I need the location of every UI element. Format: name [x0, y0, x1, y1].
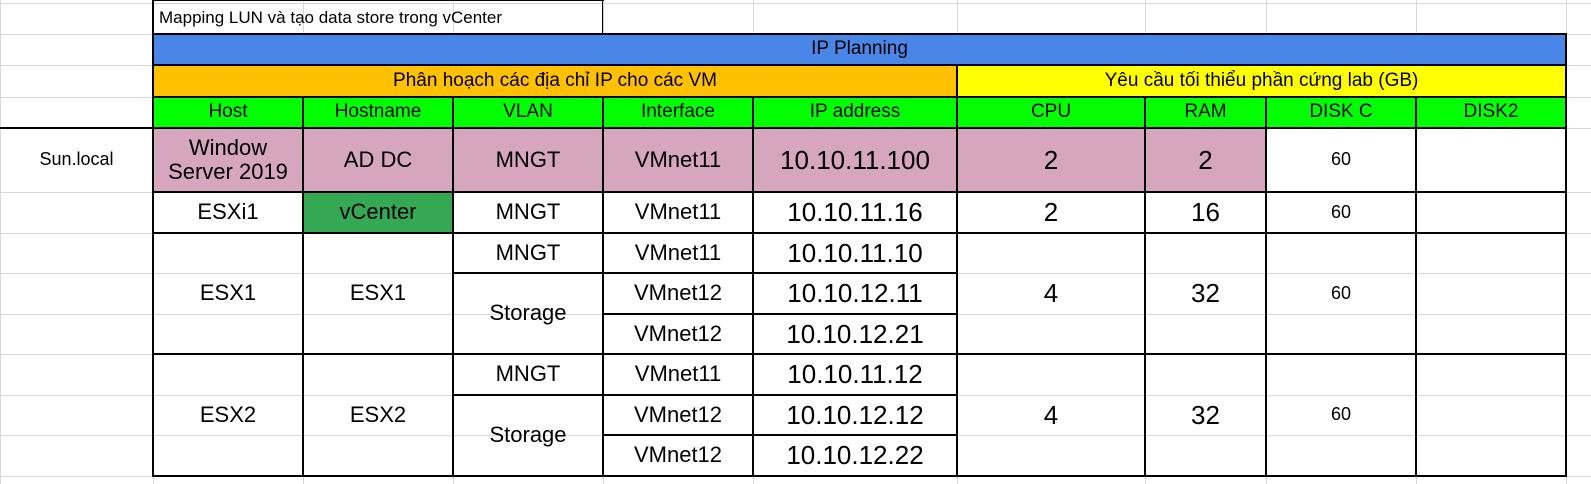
cell-border: [452, 97, 454, 477]
column-header-disk2[interactable]: DISK2: [1416, 97, 1566, 128]
group1-disk-c[interactable]: 60: [1266, 233, 1416, 354]
banner-ip-planning[interactable]: IP Planning: [153, 34, 1566, 65]
cell-border: [1565, 34, 1567, 477]
column-header-host[interactable]: Host: [153, 97, 303, 128]
group1-hostname[interactable]: ESX1: [303, 233, 453, 354]
column-header-ram[interactable]: RAM: [1145, 97, 1266, 128]
row1-host[interactable]: Window Server 2019: [153, 128, 303, 192]
cell-border: [152, 0, 604, 1]
group2-ram[interactable]: 32: [1145, 354, 1266, 476]
row2-interface[interactable]: VMnet11: [603, 192, 753, 233]
group1-disk2[interactable]: [1416, 233, 1566, 354]
cell-border: [1415, 97, 1417, 477]
group1-cpu[interactable]: 4: [957, 233, 1145, 354]
row1-diskc[interactable]: 60: [1266, 128, 1416, 192]
cell-border: [602, 313, 958, 315]
group2-vlan-storage[interactable]: Storage: [453, 395, 603, 476]
row2-disk2[interactable]: [1416, 192, 1566, 233]
column-header-interface[interactable]: Interface: [603, 97, 753, 128]
cell-border: [152, 191, 1567, 193]
group1-interface[interactable]: VMnet12: [603, 314, 753, 354]
cell-border: [152, 96, 1567, 98]
group2-host[interactable]: ESX2: [153, 354, 303, 476]
cell-border: [0, 127, 153, 129]
cell-border: [152, 127, 1567, 129]
group1-vlan-storage[interactable]: Storage: [453, 273, 603, 354]
cell-border: [1265, 97, 1267, 477]
row1-disk2[interactable]: [1416, 128, 1566, 192]
cell-border: [152, 33, 1567, 35]
group1-interface[interactable]: VMnet12: [603, 273, 753, 314]
row2-host[interactable]: ESXi1: [153, 192, 303, 233]
row1-cpu[interactable]: 2: [957, 128, 1145, 192]
group2-ip[interactable]: 10.10.12.12: [753, 395, 957, 435]
cell-border: [152, 232, 1567, 234]
group-hw-header[interactable]: Yêu cầu tối thiểu phần cứng lab (GB): [957, 65, 1566, 97]
row1-interface[interactable]: VMnet11: [603, 128, 753, 192]
group2-hostname[interactable]: ESX2: [303, 354, 453, 476]
cell-border: [602, 434, 958, 436]
row2-vlan[interactable]: MNGT: [453, 192, 603, 233]
cell-border: [1144, 97, 1146, 477]
group-ip-header[interactable]: Phân hoạch các địa chỉ IP cho các VM: [153, 65, 957, 97]
group2-disk2[interactable]: [1416, 354, 1566, 476]
cell-border: [602, 97, 604, 477]
group2-interface[interactable]: VMnet12: [603, 395, 753, 435]
column-header-ip-address[interactable]: IP address: [753, 97, 957, 128]
row1-hostname[interactable]: AD DC: [303, 128, 453, 192]
row-label-sun-local[interactable]: Sun.local: [0, 128, 153, 192]
column-header-disk-c[interactable]: DISK C: [1266, 97, 1416, 128]
cell-border: [152, 475, 1567, 477]
grid-line: [0, 0, 1, 484]
group2-cpu[interactable]: 4: [957, 354, 1145, 476]
group1-ip[interactable]: 10.10.11.10: [753, 233, 957, 273]
group2-disk-c[interactable]: 60: [1266, 354, 1416, 476]
cell-border: [752, 97, 754, 477]
cell-border: [602, 0, 603, 34]
cell-border: [452, 272, 958, 274]
row2-ip[interactable]: 10.10.11.16: [753, 192, 957, 233]
group1-ip[interactable]: 10.10.12.11: [753, 273, 957, 314]
group1-ram[interactable]: 32: [1145, 233, 1266, 354]
row2-cpu[interactable]: 2: [957, 192, 1145, 233]
row1-vlan[interactable]: MNGT: [453, 128, 603, 192]
cell-border: [152, 0, 154, 34]
cell-border: [152, 353, 1567, 355]
group2-vlan-mngt[interactable]: MNGT: [453, 354, 603, 395]
row1-ip[interactable]: 10.10.11.100: [753, 128, 957, 192]
group2-interface[interactable]: VMnet12: [603, 435, 753, 476]
cell-border: [302, 97, 304, 477]
row1-ram[interactable]: 2: [1145, 128, 1266, 192]
group1-interface[interactable]: VMnet11: [603, 233, 753, 273]
row2-hostname[interactable]: vCenter: [303, 192, 453, 233]
cell-border: [956, 65, 958, 477]
cell-border: [152, 34, 154, 477]
row2-diskc[interactable]: 60: [1266, 192, 1416, 233]
row2-ram[interactable]: 16: [1145, 192, 1266, 233]
column-header-vlan[interactable]: VLAN: [453, 97, 603, 128]
group2-interface[interactable]: VMnet11: [603, 354, 753, 395]
group2-ip[interactable]: 10.10.11.12: [753, 354, 957, 395]
cell-border: [452, 394, 958, 396]
group2-ip[interactable]: 10.10.12.22: [753, 435, 957, 476]
spreadsheet-grid: Mapping LUN và tạo data store trong vCen…: [0, 0, 1591, 484]
column-header-hostname[interactable]: Hostname: [303, 97, 453, 128]
column-header-cpu[interactable]: CPU: [957, 97, 1145, 128]
cell-border: [152, 64, 1567, 66]
sheet-title[interactable]: Mapping LUN và tạo data store trong vCen…: [153, 3, 603, 34]
group1-ip[interactable]: 10.10.12.21: [753, 314, 957, 354]
group1-vlan-mngt[interactable]: MNGT: [453, 233, 603, 273]
group1-host[interactable]: ESX1: [153, 233, 303, 354]
